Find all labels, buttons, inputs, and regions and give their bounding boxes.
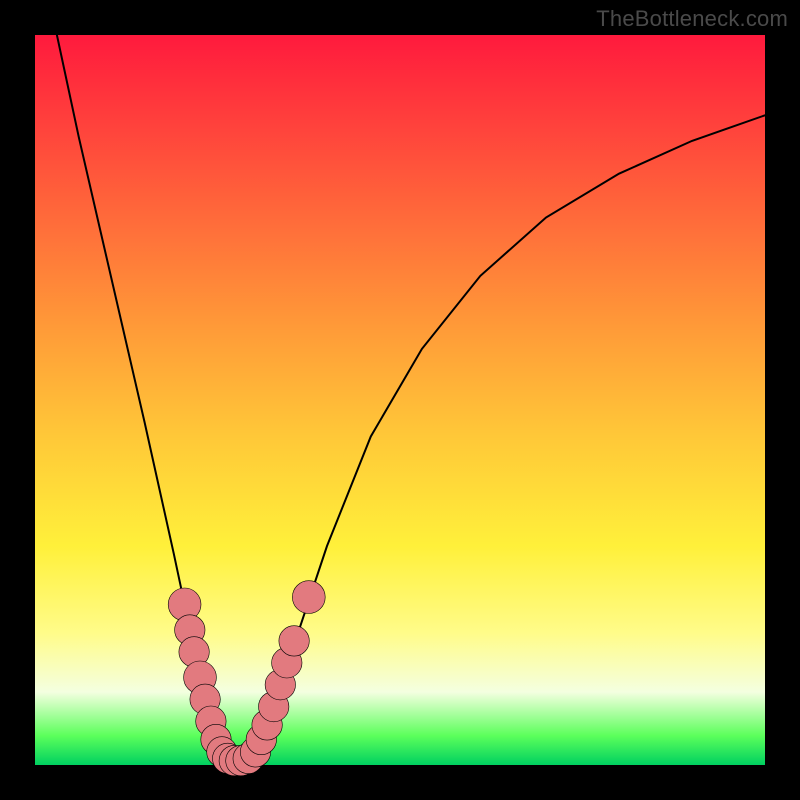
bead (279, 626, 309, 656)
curve-path (57, 35, 765, 761)
bead (292, 581, 325, 614)
curve-beads (168, 581, 325, 776)
watermark-text: TheBottleneck.com (596, 6, 788, 32)
bottleneck-curve (35, 35, 765, 765)
chart-frame: TheBottleneck.com (0, 0, 800, 800)
chart-plot-area (35, 35, 765, 765)
